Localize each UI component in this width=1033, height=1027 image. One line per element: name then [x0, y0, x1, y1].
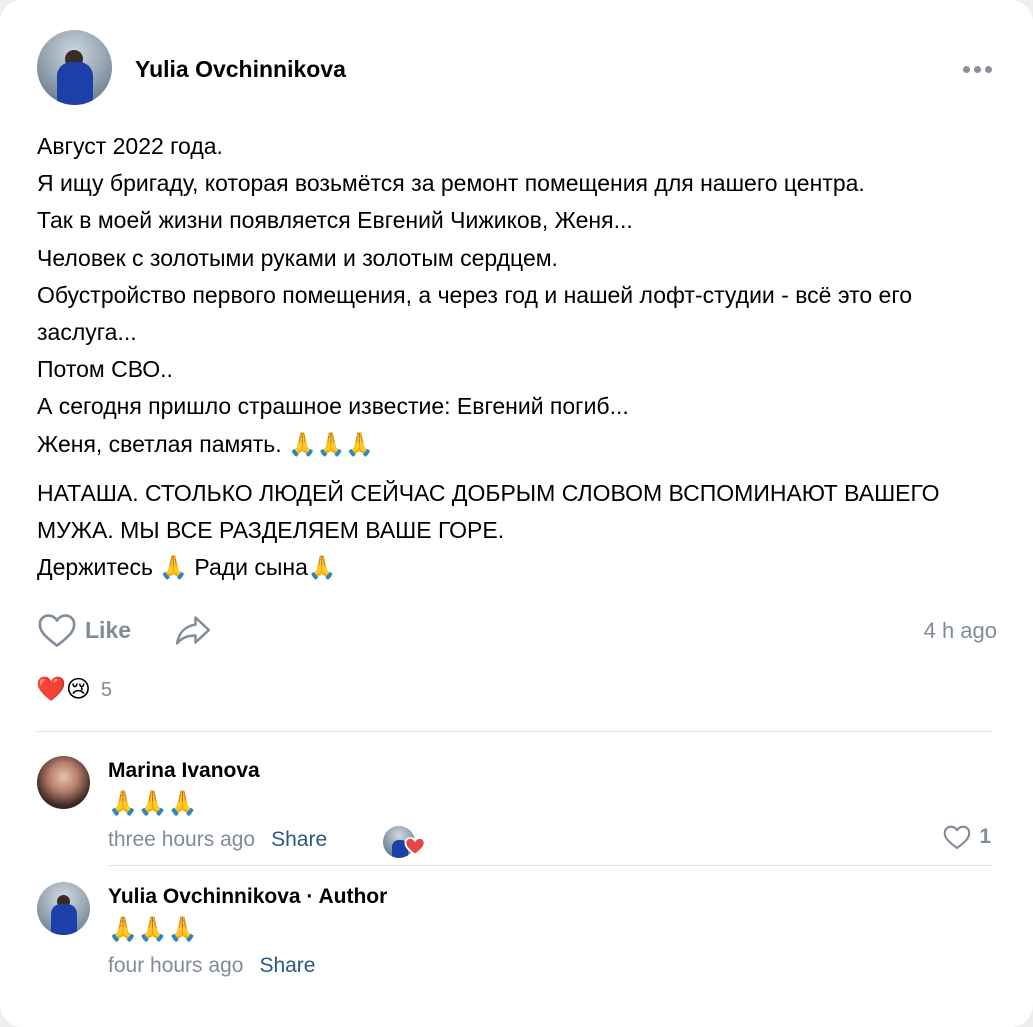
post-paragraph-1: Август 2022 года. Я ищу бригаду, которая…	[37, 128, 1002, 463]
comment-share-link[interactable]: Share	[259, 954, 315, 977]
reactions-summary[interactable]: ❤️😢 5	[36, 673, 112, 707]
comment-time[interactable]: three hours ago	[108, 828, 255, 851]
heart-outline-icon	[38, 614, 76, 647]
post-header: Yulia Ovchinnikova	[37, 30, 997, 106]
author-liked-badge[interactable]	[383, 826, 429, 860]
author-avatar[interactable]	[37, 30, 112, 105]
more-options-icon[interactable]	[963, 60, 997, 73]
post-line: Потом СВО..	[37, 356, 173, 383]
post-line: НАТАША. СТОЛЬКО ЛЮДЕЙ СЕЙЧАС ДОБРЫМ СЛОВ…	[37, 479, 940, 544]
post-body: Август 2022 года. Я ищу бригаду, которая…	[37, 128, 1002, 586]
comment-text: 🙏🙏🙏	[108, 916, 198, 943]
post-line: Так в моей жизни появляется Евгений Чижи…	[37, 207, 633, 234]
share-arrow-icon	[175, 616, 211, 645]
commenter-avatar[interactable]	[37, 882, 90, 935]
commenter-avatar[interactable]	[37, 756, 90, 809]
comments-divider	[37, 731, 993, 732]
post-paragraph-2: НАТАША. СТОЛЬКО ЛЮДЕЙ СЕЙЧАС ДОБРЫМ СЛОВ…	[37, 475, 1002, 587]
reaction-count: 5	[100, 678, 113, 701]
post-line: А сегодня пришло страшное известие: Евге…	[37, 393, 629, 420]
comment-item: Marina Ivanova 🙏🙏🙏 three hours ago Share …	[37, 756, 997, 861]
comment-meta: four hours ago Share	[108, 954, 315, 978]
post-line: Я ищу бригаду, которая возьмётся за ремо…	[37, 170, 865, 197]
post-actions: Like 4 h ago	[37, 608, 997, 652]
heart-filled-icon	[404, 837, 426, 856]
post-line: Обустройство первого помещения, а через …	[37, 281, 913, 346]
comment-time[interactable]: four hours ago	[108, 954, 243, 977]
commenter-name[interactable]: Marina Ivanova	[108, 759, 260, 783]
like-label: Like	[85, 616, 132, 643]
comment-share-link[interactable]: Share	[271, 828, 327, 851]
post-card: Yulia Ovchinnikova Август 2022 года. Я и…	[0, 0, 1033, 1027]
comment-like-count: 1	[979, 825, 991, 848]
post-line: Человек с золотыми руками и золотым серд…	[37, 244, 558, 271]
comment-meta: three hours ago Share	[108, 828, 327, 852]
comment-divider	[108, 865, 993, 866]
comment-like-button[interactable]: 1	[943, 824, 991, 850]
post-line: Женя, светлая память. 🙏🙏🙏	[37, 430, 374, 457]
author-name[interactable]: Yulia Ovchinnikova	[135, 56, 346, 83]
post-line: Держитесь 🙏 Ради сына🙏	[37, 554, 337, 581]
reaction-emojis: ❤️😢	[36, 676, 91, 703]
post-timestamp[interactable]: 4 h ago	[924, 618, 997, 644]
comment-item: Yulia Ovchinnikova · Author 🙏🙏🙏 four hou…	[37, 882, 997, 987]
comment-text: 🙏🙏🙏	[108, 790, 198, 817]
heart-outline-icon	[944, 825, 971, 850]
like-button[interactable]: Like	[37, 608, 131, 652]
share-button[interactable]	[173, 610, 213, 655]
commenter-name[interactable]: Yulia Ovchinnikova · Author	[108, 885, 387, 909]
post-line: Август 2022 года.	[37, 133, 223, 159]
